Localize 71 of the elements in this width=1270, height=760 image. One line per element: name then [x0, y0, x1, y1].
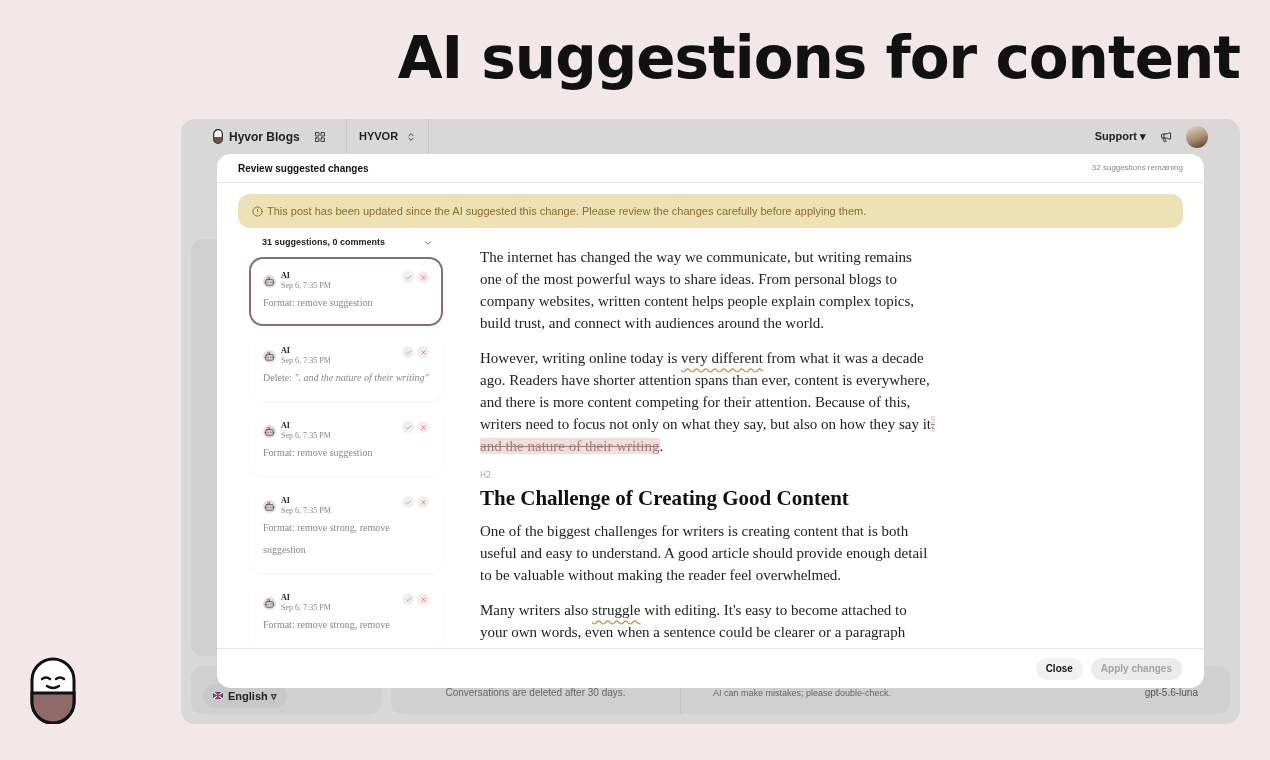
brand-name: Hyvor Blogs	[229, 128, 300, 146]
bot-avatar-icon	[263, 425, 276, 438]
reject-button[interactable]	[417, 421, 429, 433]
article-paragraph: One of the biggest challenges for writers is creating content that is both useful and easy to understand. A good article should provide enough detail to be valuable without making the reader feel overwhelmed.	[480, 522, 929, 585]
collapse-chevron-icon[interactable]	[423, 238, 433, 248]
article-paragraph: The internet has changed the way we communicate, but writing remains one of the most powerful ways to share ideas. From personal blogs to company websites, written content helps people explain complex topics, build trust, and connect with audiences around the world.	[480, 248, 916, 333]
check-icon	[404, 423, 412, 431]
check-icon	[404, 348, 412, 356]
suggestion-text: Format: remove suggestion	[263, 446, 374, 460]
suggestion-time: Sep 6, 7:35 PM	[281, 356, 331, 366]
model-name: gpt-5.6-luna	[1144, 686, 1198, 700]
suggestions-summary: 31 suggestions, 0 comments	[262, 236, 386, 250]
accept-button[interactable]	[402, 593, 414, 605]
suggestion-time: Sep 6, 7:35 PM	[281, 431, 331, 441]
suggestion-text: Format: remove strong, remove	[263, 618, 391, 632]
close-button[interactable]: Close	[1035, 657, 1083, 680]
accept-button[interactable]	[402, 346, 414, 358]
close-icon	[419, 348, 427, 356]
suggestion-time: Sep 6, 7:35 PM	[281, 281, 331, 291]
up-down-chevron-icon	[406, 131, 417, 142]
check-icon	[404, 595, 412, 603]
headline: AI suggestions for content	[397, 23, 1240, 94]
author-name: AI	[281, 593, 291, 603]
suggestion-card[interactable]: AI Sep 6, 7:35 PM Format: remove strong, remove	[249, 579, 443, 648]
dialog-title: Review suggested changes	[238, 161, 369, 176]
article-paragraph: Many writers also struggle with editing. It's easy to become attached to your own words, even when a sentence could be clearer or a paragraph	[480, 601, 908, 642]
suggestion-card[interactable]: AI Sep 6, 7:35 PM Format: remove strong, remove suggestion	[249, 482, 443, 573]
suggestion-card[interactable]: AI Sep 6, 7:35 PM Delete: ". and the nature of their writing"	[249, 332, 443, 401]
accept-button[interactable]	[402, 421, 414, 433]
remaining-count: 32 suggestions remaining	[1091, 162, 1183, 174]
bot-avatar-icon	[263, 500, 276, 513]
alert-icon	[252, 205, 263, 217]
author-name: AI	[281, 271, 291, 281]
reject-button[interactable]	[417, 496, 429, 508]
announcements-icon[interactable]	[1160, 130, 1172, 143]
retention-note: Conversations are deleted after 30 days.	[445, 686, 626, 700]
suggestion-card[interactable]: AI Sep 6, 7:35 PM Format: remove suggestion	[249, 257, 443, 326]
author-name: AI	[281, 421, 291, 431]
support-menu[interactable]: Support ▾	[1094, 128, 1146, 145]
heading-level-label: H2	[480, 470, 492, 482]
suggestion-time: Sep 6, 7:35 PM	[281, 506, 331, 516]
logo-icon	[30, 657, 76, 724]
accept-button[interactable]	[402, 271, 414, 283]
ai-disclaimer: AI can make mistakes; please double-check.	[713, 686, 892, 700]
close-icon	[419, 595, 427, 603]
reject-button[interactable]	[417, 271, 429, 283]
author-name: AI	[281, 346, 291, 356]
brand-logo-icon	[213, 129, 223, 144]
bot-avatar-icon	[263, 350, 276, 363]
user-avatar[interactable]	[1186, 125, 1208, 148]
author-name: AI	[281, 496, 291, 506]
close-icon	[419, 498, 427, 506]
accept-button[interactable]	[402, 496, 414, 508]
close-icon	[419, 423, 427, 431]
suggestion-text: Format: remove suggestion	[263, 296, 374, 310]
apps-grid-icon[interactable]	[313, 130, 326, 143]
suggestion-text: Format: remove strong, remove suggestion	[263, 521, 391, 557]
article-paragraph: However, writing online today is very different from what it was a decade ago. Readers have shorter attention spans than ever, content is everywhere, and there is more content competing for their attention. Because of this, writers need to focus not only on what they say, but also on how they say it. and the nature of their writing.	[480, 349, 936, 456]
check-icon	[404, 273, 412, 281]
close-icon	[419, 273, 427, 281]
uk-flag-icon	[213, 692, 223, 700]
article-heading: The Challenge of Creating Good Content	[480, 485, 849, 512]
suggestion-card[interactable]: AI Sep 6, 7:35 PM Format: remove suggestion	[249, 407, 443, 476]
suggestion-text: Delete: ". and the nature of their writing"	[263, 371, 429, 385]
suggestion-time: Sep 6, 7:35 PM	[281, 603, 331, 613]
reject-button[interactable]	[417, 346, 429, 358]
bot-avatar-icon	[263, 597, 276, 610]
check-icon	[404, 498, 412, 506]
reject-button[interactable]	[417, 593, 429, 605]
bot-avatar-icon	[263, 275, 276, 288]
warning-text: This post has been updated since the AI suggested this change. Please review the changes carefully before applying them.	[267, 203, 867, 219]
